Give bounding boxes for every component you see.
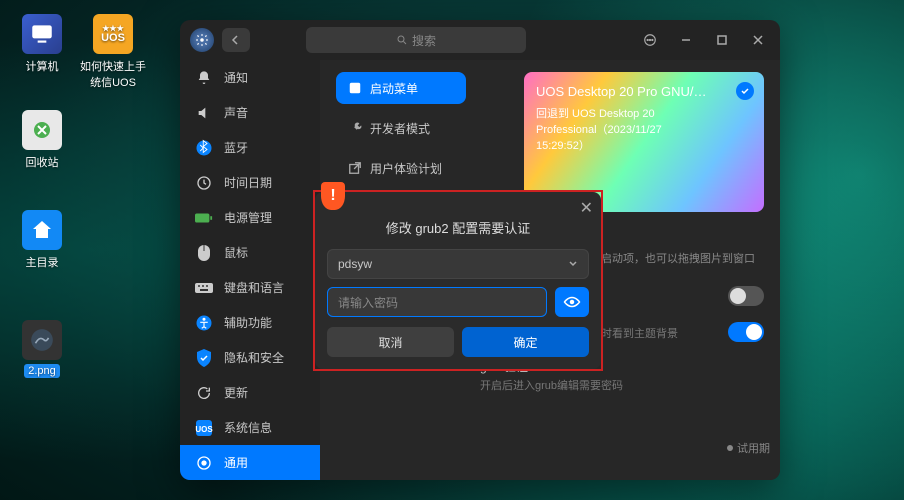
sidebar-item-accessibility[interactable]: 辅助功能 — [180, 305, 320, 340]
clock-icon — [194, 173, 214, 193]
sidebar-item-label: 蓝牙 — [224, 139, 248, 156]
sidebar-item-label: 声音 — [224, 104, 248, 121]
menu-button[interactable] — [638, 28, 662, 52]
eye-icon — [563, 296, 581, 308]
preview-line: 回退到 UOS Desktop 20 — [536, 105, 752, 121]
image-file-icon — [22, 320, 62, 360]
general-icon — [194, 453, 214, 473]
sidebar-item-label: 时间日期 — [224, 174, 272, 191]
sidebar-item-update[interactable]: 更新 — [180, 375, 320, 410]
trash-icon — [22, 110, 62, 150]
sidebar: 通知 声音 蓝牙 时间日期 电源管理 鼠标 — [180, 60, 320, 480]
desktop-icon-home[interactable]: 主目录 — [12, 210, 72, 270]
tab-label: 开发者模式 — [370, 120, 430, 137]
user-select[interactable]: pdsyw — [327, 249, 589, 279]
desktop-icon-label: 回收站 — [26, 157, 59, 169]
desktop-icon-guide[interactable]: ★★★ UOS 如何快速上手统信UOS — [78, 14, 148, 90]
user-selected: pdsyw — [338, 257, 372, 271]
sidebar-item-label: 隐私和安全 — [224, 349, 284, 366]
home-icon — [22, 210, 62, 250]
confirm-button[interactable]: 确定 — [462, 327, 589, 357]
desktop-icon-label: 主目录 — [26, 257, 59, 269]
sidebar-item-label: 键盘和语言 — [224, 279, 284, 296]
dot-icon — [727, 445, 733, 451]
cancel-button[interactable]: 取消 — [327, 327, 454, 357]
trial-badge: 试用期 — [727, 440, 770, 456]
back-button[interactable] — [222, 28, 250, 52]
desktop-icon-trash[interactable]: 回收站 — [12, 110, 72, 170]
bell-icon — [194, 68, 214, 88]
auth-dialog: ! ✕ 修改 grub2 配置需要认证 pdsyw 请输入密码 取消 确定 — [315, 192, 601, 369]
sidebar-item-general[interactable]: 通用 — [180, 445, 320, 480]
sidebar-item-label: 鼠标 — [224, 244, 248, 261]
svg-text:UOS: UOS — [195, 425, 213, 434]
chevron-down-icon — [568, 259, 578, 269]
mouse-icon — [194, 243, 214, 263]
update-icon — [194, 383, 214, 403]
preview-line: Professional（2023/11/27 — [536, 121, 752, 137]
minimize-button[interactable] — [674, 28, 698, 52]
speaker-icon — [194, 103, 214, 123]
warning-shield-icon: ! — [321, 182, 345, 210]
dialog-close-button[interactable]: ✕ — [580, 198, 593, 218]
search-input[interactable]: 搜索 — [306, 27, 526, 53]
sidebar-item-privacy[interactable]: 隐私和安全 — [180, 340, 320, 375]
sidebar-item-sysinfo[interactable]: UOS 系统信息 — [180, 410, 320, 445]
wrench-icon — [348, 121, 362, 135]
dialog-title: 修改 grub2 配置需要认证 — [315, 192, 601, 249]
titlebar: 搜索 — [180, 20, 780, 60]
boot-icon — [348, 81, 362, 95]
toggle-delay[interactable] — [728, 286, 764, 306]
setting-sub: 开启后进入grub编辑需要密码 — [480, 377, 623, 393]
desktop-icon-computer[interactable]: 计算机 — [12, 14, 72, 74]
sidebar-item-datetime[interactable]: 时间日期 — [180, 165, 320, 200]
sidebar-item-label: 系统信息 — [224, 419, 272, 436]
external-link-icon — [348, 161, 362, 175]
desktop-icon-label: 如何快速上手统信UOS — [80, 61, 146, 89]
tab-label: 启动菜单 — [370, 80, 418, 97]
password-placeholder: 请输入密码 — [338, 294, 398, 311]
sidebar-item-label: 更新 — [224, 384, 248, 401]
sidebar-item-notification[interactable]: 通知 — [180, 60, 320, 95]
preview-title: UOS Desktop 20 Pro GNU/… — [536, 84, 752, 99]
password-input[interactable]: 请输入密码 — [327, 287, 547, 317]
tab-label: 用户体验计划 — [370, 160, 442, 177]
sidebar-item-power[interactable]: 电源管理 — [180, 200, 320, 235]
tab-user-experience[interactable]: 用户体验计划 — [336, 152, 466, 184]
search-placeholder: 搜索 — [412, 32, 436, 49]
sidebar-item-label: 电源管理 — [224, 209, 272, 226]
desktop-icon-file[interactable]: 2.png — [12, 320, 72, 378]
bluetooth-icon — [194, 138, 214, 158]
auth-dialog-highlight: ! ✕ 修改 grub2 配置需要认证 pdsyw 请输入密码 取消 确定 — [313, 190, 603, 371]
close-button[interactable] — [746, 28, 770, 52]
tab-boot-menu[interactable]: 启动菜单 — [336, 72, 466, 104]
sidebar-item-label: 通知 — [224, 69, 248, 86]
shield-icon — [194, 348, 214, 368]
sidebar-item-sound[interactable]: 声音 — [180, 95, 320, 130]
accessibility-icon — [194, 313, 214, 333]
toggle-theme[interactable] — [728, 322, 764, 342]
preview-line: 15:29:52） — [536, 137, 752, 153]
search-icon — [396, 34, 408, 46]
computer-icon — [22, 14, 62, 54]
info-icon: UOS — [194, 418, 214, 438]
sidebar-item-bluetooth[interactable]: 蓝牙 — [180, 130, 320, 165]
show-password-button[interactable] — [555, 287, 589, 317]
settings-app-icon — [190, 28, 214, 52]
guide-icon: ★★★ UOS — [93, 14, 133, 54]
maximize-button[interactable] — [710, 28, 734, 52]
sidebar-item-keyboard[interactable]: 键盘和语言 — [180, 270, 320, 305]
check-icon — [736, 82, 754, 100]
desktop-icon-label: 2.png — [24, 364, 60, 378]
sidebar-item-mouse[interactable]: 鼠标 — [180, 235, 320, 270]
sidebar-item-label: 辅助功能 — [224, 314, 272, 331]
desktop-icon-label: 计算机 — [26, 61, 59, 73]
battery-icon — [194, 208, 214, 228]
sidebar-item-label: 通用 — [224, 454, 248, 471]
tab-developer-mode[interactable]: 开发者模式 — [336, 112, 466, 144]
keyboard-icon — [194, 278, 214, 298]
